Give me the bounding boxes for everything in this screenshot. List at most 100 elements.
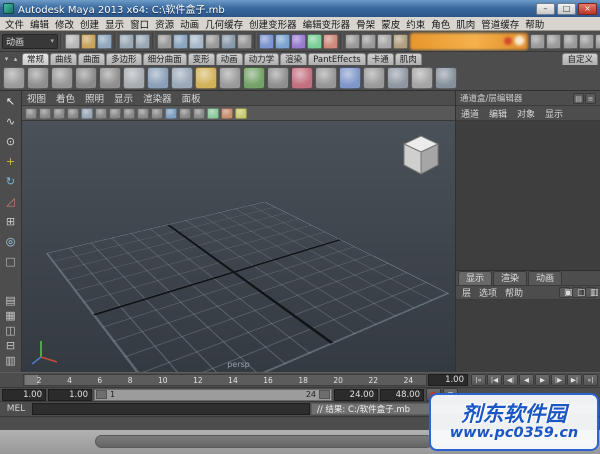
shelf-tab-custom[interactable]: 自定义 [562, 53, 598, 65]
three-point-arc-icon[interactable] [75, 66, 97, 89]
playback-start-field[interactable]: 1.00 [48, 388, 92, 401]
menu-set-dropdown[interactable]: 动画 ▾ [2, 33, 58, 49]
rotate-tool-icon[interactable]: ↻ [2, 173, 20, 191]
layer-list[interactable] [456, 300, 600, 372]
menu-item[interactable]: 约束 [403, 17, 428, 31]
menu-item[interactable]: 创建变形器 [246, 17, 300, 31]
go-to-end-button[interactable]: »| [583, 374, 598, 386]
menu-item[interactable]: 编辑变形器 [300, 17, 354, 31]
construction-history-icon[interactable] [377, 33, 392, 49]
scrollbar-thumb[interactable] [95, 435, 433, 448]
cv-curve-icon[interactable] [3, 66, 25, 89]
shelf-tab[interactable]: 动力学 [243, 53, 280, 65]
channel-box-menu-item[interactable]: 编辑 [484, 107, 512, 120]
open-scene-icon[interactable] [81, 33, 96, 49]
layout-single-pane-icon[interactable]: ▤ [2, 294, 20, 308]
range-slider[interactable]: 1 24 [94, 388, 332, 401]
cylinder-icon[interactable] [171, 66, 193, 89]
layer-editor-tab[interactable]: 渲染 [493, 271, 528, 285]
maximize-button[interactable]: □ [557, 2, 576, 15]
step-forward-key-button[interactable]: |▶ [551, 374, 566, 386]
pencil-curve-icon[interactable] [51, 66, 73, 89]
select-object-icon[interactable] [173, 33, 188, 49]
select-tool-icon[interactable]: ↖ [2, 93, 20, 111]
panel-menu-item[interactable]: 视图 [22, 91, 51, 105]
animation-end-field[interactable]: 48.00 [380, 388, 424, 401]
scale-tool-icon[interactable]: ◿ [2, 193, 20, 211]
wireframe-icon[interactable] [207, 107, 219, 119]
layer-editor-tab[interactable]: 动画 [528, 271, 563, 285]
layer-options-icon[interactable]: ▥ [585, 287, 599, 298]
layout-four-pane-icon[interactable]: ▦ [2, 309, 20, 323]
minimize-button[interactable]: – [536, 2, 555, 15]
render-icon[interactable] [393, 33, 408, 49]
panel-menu-item[interactable]: 显示 [109, 91, 138, 105]
show-channel-box-icon[interactable] [595, 33, 600, 49]
shelf-tab[interactable]: 曲面 [78, 53, 106, 65]
menu-item[interactable]: 编辑 [27, 17, 52, 31]
select-mask-icon[interactable] [205, 33, 220, 49]
paint-select-tool-icon[interactable]: ⊙ [2, 133, 20, 151]
last-tool-icon[interactable]: □ [2, 253, 20, 271]
shelf-tab[interactable]: 多边形 [106, 53, 142, 65]
view-cube[interactable] [399, 133, 443, 179]
prism-icon[interactable] [267, 66, 289, 89]
current-time-field[interactable]: 1.00 [428, 374, 468, 386]
menu-item[interactable]: 角色 [428, 17, 453, 31]
move-tool-icon[interactable]: + [2, 153, 20, 171]
highlight-selection-icon[interactable] [221, 33, 236, 49]
lock-camera-icon[interactable] [39, 107, 51, 119]
menu-item[interactable]: 窗口 [127, 17, 152, 31]
plane-icon[interactable] [219, 66, 241, 89]
channel-box-menu-item[interactable]: 对象 [512, 107, 540, 120]
make-live-icon[interactable] [323, 33, 338, 49]
textured-icon[interactable] [235, 107, 247, 119]
pipe-icon[interactable] [315, 66, 337, 89]
sphere-icon[interactable] [123, 66, 145, 89]
menu-item[interactable]: 资源 [152, 17, 177, 31]
universal-manipulator-icon[interactable]: ⊞ [2, 213, 20, 231]
menu-item[interactable]: 显示 [102, 17, 127, 31]
snap-to-grid-icon[interactable] [259, 33, 274, 49]
panel-menu-item[interactable]: 着色 [51, 91, 80, 105]
layer-editor-tab-icon[interactable]: ≡ [585, 92, 596, 104]
time-slider[interactable]: 2 4 6 8 10 12 14 16 18 20 22 24 [23, 374, 427, 386]
safe-title-icon[interactable] [193, 107, 205, 119]
shelf-tab[interactable]: 变形 [187, 53, 215, 65]
render-settings-icon[interactable] [546, 33, 561, 49]
menu-item[interactable]: 骨架 [353, 17, 378, 31]
save-scene-icon[interactable] [97, 33, 112, 49]
shelf-item-menu-icon[interactable]: ▴ [11, 54, 20, 65]
shelf-tab[interactable]: 动画 [215, 53, 243, 65]
shelf-tab[interactable]: 卡通 [366, 53, 394, 65]
play-backwards-button[interactable]: ◀ [519, 374, 534, 386]
helix-icon[interactable] [339, 66, 361, 89]
layout-two-pane-icon[interactable]: ◫ [2, 324, 20, 338]
pyramid-icon[interactable] [291, 66, 313, 89]
menu-item[interactable]: 管道缓存 [478, 17, 522, 31]
menu-item[interactable]: 动画 [177, 17, 202, 31]
ep-curve-icon[interactable] [27, 66, 49, 89]
title-bar[interactable]: Autodesk Maya 2013 x64: C:\软件盒子.mb – □ × [0, 0, 600, 17]
select-rays-icon[interactable] [237, 33, 252, 49]
shelf-tab[interactable]: 渲染 [280, 53, 308, 65]
redo-icon[interactable] [135, 33, 150, 49]
text-tool-icon[interactable] [411, 66, 433, 89]
step-back-key-button[interactable]: ◀| [503, 374, 518, 386]
new-empty-layer-icon[interactable]: ▣ [559, 287, 573, 298]
torus-icon[interactable] [243, 66, 265, 89]
go-to-start-button[interactable]: |« [471, 374, 486, 386]
menu-item[interactable]: 修改 [52, 17, 77, 31]
lasso-tool-icon[interactable]: ∿ [2, 113, 20, 131]
two-d-pan-zoom-icon[interactable] [95, 107, 107, 119]
menu-item[interactable]: 帮助 [522, 17, 547, 31]
input-connections-icon[interactable] [345, 33, 360, 49]
film-gate-icon[interactable] [123, 107, 135, 119]
viewport-canvas[interactable]: persp [22, 121, 455, 372]
output-connections-icon[interactable] [361, 33, 376, 49]
range-start-handle[interactable] [96, 390, 107, 399]
channel-box-list[interactable] [456, 121, 600, 271]
cone-icon[interactable] [195, 66, 217, 89]
snap-to-surface-icon[interactable] [307, 33, 322, 49]
play-forwards-button[interactable]: ▶ [535, 374, 550, 386]
